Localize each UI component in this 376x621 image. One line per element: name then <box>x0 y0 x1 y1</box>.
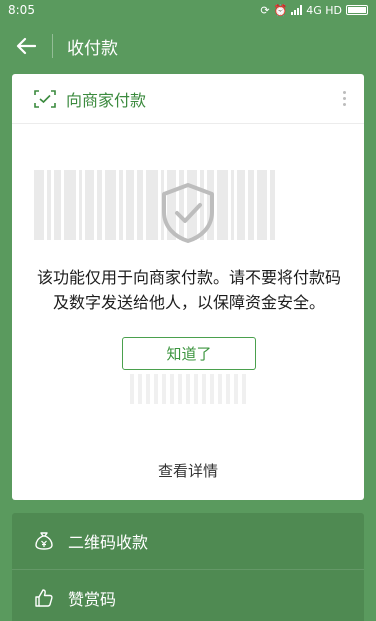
page-title: 收付款 <box>67 38 118 59</box>
security-notice: 该功能仅用于向商家付款。请不要将付款码及数字发送给他人，以保障资金安全。 <box>36 268 341 312</box>
money-bag-icon <box>34 531 54 551</box>
back-button[interactable] <box>0 20 52 72</box>
list-item-appreciation-code[interactable]: 赞赏码 <box>12 570 364 621</box>
scan-icon <box>34 89 56 108</box>
network-label: 4G HD <box>306 3 342 17</box>
alarm-icon: ⏰ <box>273 3 288 17</box>
shield-check-icon <box>162 183 214 243</box>
shield-container <box>12 182 364 244</box>
status-time: 8:05 <box>8 3 35 17</box>
hidden-code-strip <box>130 374 250 404</box>
more-options-icon[interactable] <box>337 87 352 110</box>
payment-options-list: 二维码收款 赞赏码 <box>12 513 364 621</box>
sync-icon: ⟳ <box>260 3 270 17</box>
status-bar: 8:05 ⟳ ⏰ 4G HD <box>0 0 376 20</box>
list-item-label: 赞赏码 <box>68 590 117 609</box>
list-item-qr-collect[interactable]: 二维码收款 <box>12 513 364 570</box>
signal-icon <box>291 5 303 15</box>
app-header: 收付款 <box>0 20 376 72</box>
battery-icon <box>346 5 368 15</box>
header-divider <box>52 34 53 58</box>
card-title: 向商家付款 <box>66 90 147 110</box>
pay-merchant-card: 向商家付款 该功能仅用于向商家付款。请不要将付款码及数字发送给他人，以保障资金安… <box>12 74 364 500</box>
got-it-button[interactable]: 知道了 <box>122 337 256 370</box>
list-item-label: 二维码收款 <box>68 533 149 552</box>
back-arrow-icon <box>16 37 36 55</box>
card-header: 向商家付款 <box>12 74 364 124</box>
view-details-link[interactable]: 查看详情 <box>12 460 364 481</box>
status-icons: ⟳ ⏰ 4G HD <box>260 4 368 17</box>
thumbs-up-icon <box>34 588 54 608</box>
